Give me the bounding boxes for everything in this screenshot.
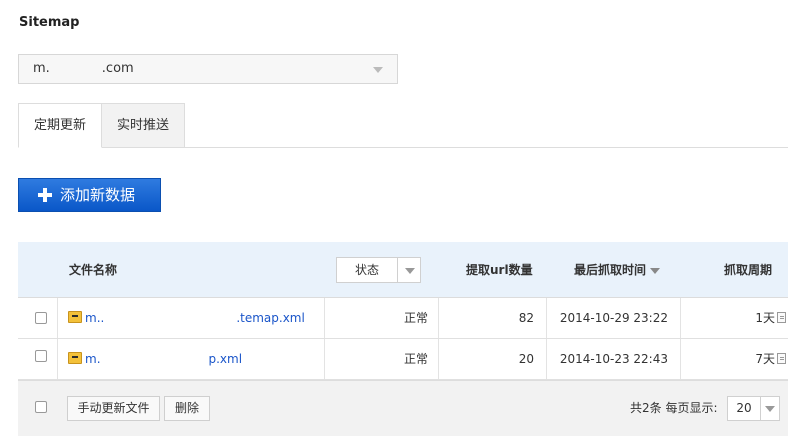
sitemap-file-icon [68, 311, 82, 323]
delete-button[interactable]: 删除 [164, 396, 210, 421]
chevron-down-icon [373, 67, 383, 73]
chevron-down-icon [765, 406, 775, 412]
site-select-value: m. .com [33, 61, 134, 76]
sitemap-file-icon [68, 352, 82, 364]
row-crawl-cycle: 7天 [755, 352, 775, 366]
add-new-data-label: 添加新数据 [60, 186, 136, 204]
per-page-label: 每页显示: [665, 401, 718, 415]
select-all-checkbox[interactable] [35, 401, 47, 413]
row-status: 正常 [403, 352, 428, 366]
edit-icon[interactable] [777, 312, 786, 323]
pagination-summary: 共2条 每页显示: [630, 396, 718, 421]
header-crawl-cycle: 抓取周期 [724, 263, 773, 277]
manual-update-button[interactable]: 手动更新文件 [67, 396, 160, 421]
table-header: 文件名称 状态 提取url数量 最后抓取时间 抓取周期 [18, 242, 788, 298]
page-size-value: 20 [736, 401, 752, 415]
table-footer: 手动更新文件 删除 共2条 每页显示: 20 [18, 380, 788, 436]
header-last-crawl[interactable]: 最后抓取时间 [574, 242, 661, 298]
plus-icon [38, 188, 52, 202]
total-count: 共2条 [630, 401, 662, 415]
table-row: m.. .temap.xml 正常 82 2014-10-29 23:22 1天 [18, 298, 788, 339]
header-url-count: 提取url数量 [466, 263, 533, 277]
sitemap-file-link[interactable]: m. p.xml [85, 352, 242, 366]
row-url-count: 82 [518, 311, 534, 325]
tab-scheduled-update[interactable]: 定期更新 [18, 103, 102, 148]
row-checkbox[interactable] [35, 312, 47, 324]
row-last-crawl: 2014-10-29 23:22 [559, 311, 668, 325]
header-last-crawl-label: 最后抓取时间 [574, 263, 647, 277]
tab-bar: 定期更新 实时推送 [18, 103, 788, 148]
column-divider [57, 298, 58, 338]
page-size-select[interactable]: 20 [727, 396, 780, 421]
header-filename: 文件名称 [69, 263, 118, 277]
section-title: Sitemap [19, 15, 80, 30]
status-filter-label: 状态 [354, 263, 379, 277]
chevron-down-icon [405, 268, 415, 274]
row-url-count: 20 [518, 352, 534, 366]
page-size-divider [760, 397, 761, 420]
edit-icon[interactable] [777, 353, 786, 364]
sitemap-file-link[interactable]: m.. .temap.xml [85, 311, 305, 325]
site-select[interactable]: m. .com [18, 54, 398, 84]
add-new-data-button[interactable]: 添加新数据 [18, 178, 161, 212]
tab-realtime-push[interactable]: 实时推送 [101, 103, 185, 148]
row-crawl-cycle: 1天 [755, 311, 775, 325]
row-status: 正常 [403, 311, 428, 325]
status-filter-divider [397, 258, 398, 282]
status-filter-select[interactable]: 状态 [336, 257, 421, 283]
row-checkbox[interactable] [35, 350, 47, 362]
sort-desc-icon [650, 267, 661, 274]
row-last-crawl: 2014-10-23 22:43 [559, 352, 668, 366]
table-row: m. p.xml 正常 20 2014-10-23 22:43 7天 [18, 339, 788, 380]
column-divider [57, 339, 58, 379]
